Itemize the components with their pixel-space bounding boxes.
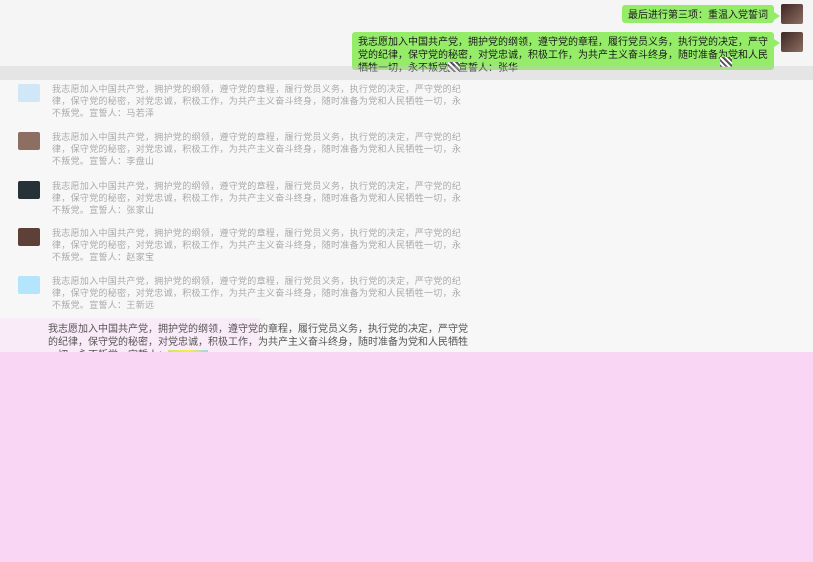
list-item[interactable]: 我志愿加入中国共产党，拥护党的纲领，遵守党的章程，履行党员义务，执行党的决定，严… xyxy=(0,82,813,132)
avatar-self[interactable] xyxy=(781,4,803,24)
list-item[interactable]: 我志愿加入中国共产党，拥护党的纲领，遵守党的章程，履行党员义务，执行党的决定，严… xyxy=(0,179,813,229)
list-item[interactable]: 我志愿加入中国共产党，拥护党的纲领，遵守党的章程，履行党员义务，执行党的决定，严… xyxy=(0,130,813,180)
reply-text: 我志愿加入中国共产党，拥护党的纲领，遵守党的章程，履行党员义务，执行党的决定，严… xyxy=(52,229,462,263)
reply-text: 我志愿加入中国共产党，拥护党的纲领，遵守党的章程，履行党员义务，执行党的决定，严… xyxy=(52,133,462,167)
avatar[interactable] xyxy=(18,181,40,199)
reply-text: 我志愿加入中国共产党，拥护党的纲领，遵守党的章程，履行党员义务，执行党的决定，严… xyxy=(52,85,462,119)
pink-overlay xyxy=(0,352,813,562)
reply-text: 我志愿加入中国共产党，拥护党的纲领，遵守党的章程，履行党员义务，执行党的决定，严… xyxy=(52,182,462,216)
list-item[interactable]: 我志愿加入中国共产党，拥护党的纲领，遵守党的章程，履行党员义务，执行党的决定，严… xyxy=(0,226,813,276)
avatar-self-2[interactable] xyxy=(781,32,803,52)
avatar[interactable] xyxy=(18,132,40,150)
list-item[interactable]: 我志愿加入中国共产党，拥护党的纲领，遵守党的章程，履行党员义务，执行党的决定，严… xyxy=(0,274,813,324)
avatar[interactable] xyxy=(18,84,40,102)
avatar[interactable] xyxy=(18,276,40,294)
message-bubble-oath[interactable]: 我志愿加入中国共产党，拥护党的纲领，遵守党的章程，履行党员义务，执行党的决定，严… xyxy=(352,32,780,74)
message-bubble-header[interactable]: 最后进行第三项：重温入党誓词 xyxy=(622,5,780,23)
divider-band xyxy=(0,66,813,80)
avatar[interactable] xyxy=(18,228,40,246)
message-text: 最后进行第三项：重温入党誓词 xyxy=(628,10,768,21)
reply-text: 我志愿加入中国共产党，拥护党的纲领，遵守党的章程，履行党员义务，执行党的决定，严… xyxy=(52,277,462,311)
